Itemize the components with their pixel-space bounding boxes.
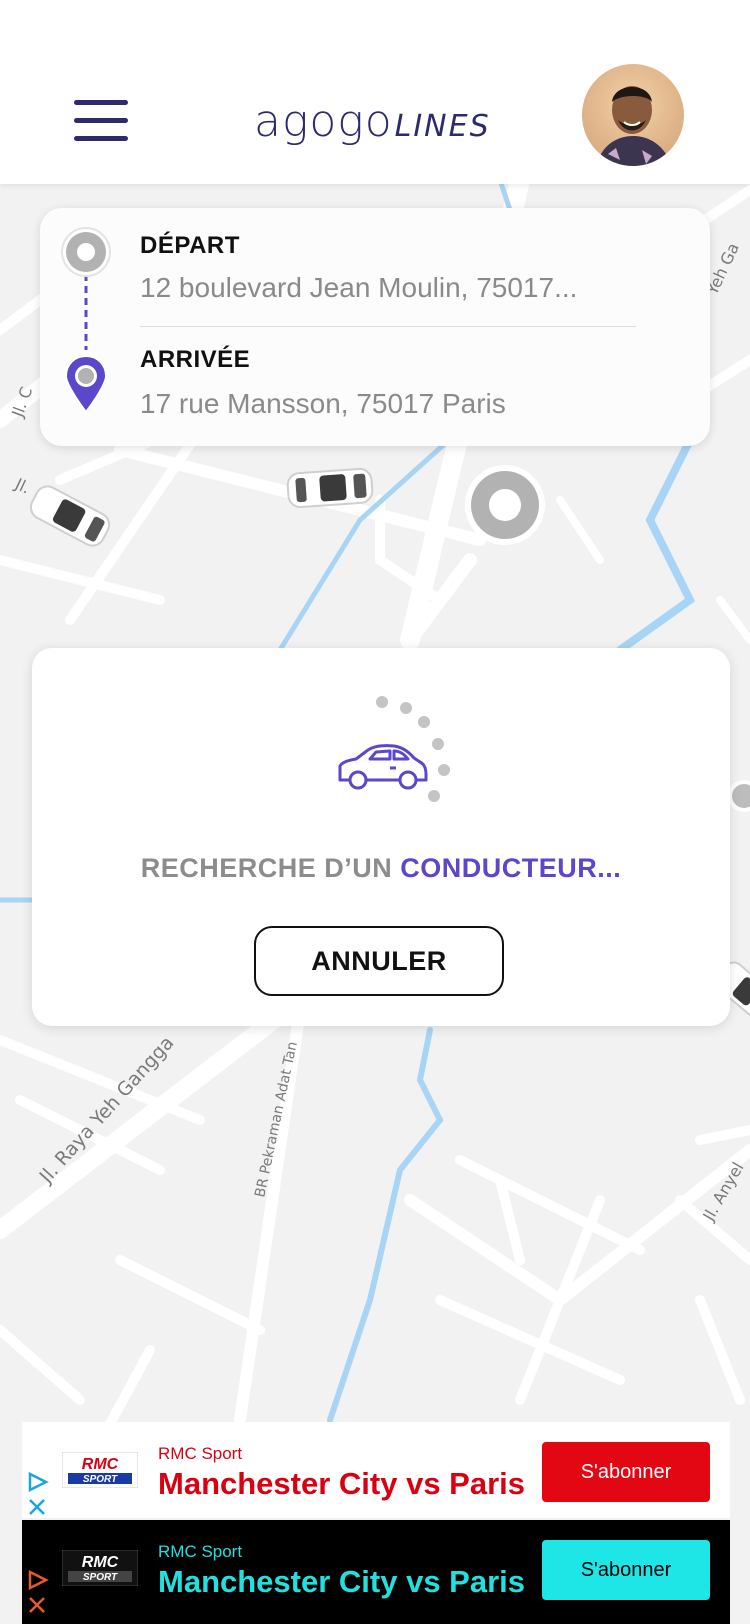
logo-text-bottom: SPORT xyxy=(83,1474,118,1485)
search-status-text: RECHERCHE D’UN CONDUCTEUR... xyxy=(32,853,730,884)
logo-main: agogo xyxy=(254,96,393,147)
origin-dot-icon xyxy=(61,227,111,277)
app-header: agogoLINES xyxy=(0,0,750,184)
ad-banner[interactable]: RMC SPORT RMC Sport Manchester City vs P… xyxy=(22,1520,730,1624)
depart-address[interactable]: 12 boulevard Jean Moulin, 75017... xyxy=(140,272,577,304)
route-card: DÉPART 12 boulevard Jean Moulin, 75017..… xyxy=(40,208,710,446)
search-status-prefix: RECHERCHE D’UN xyxy=(140,853,401,883)
logo-sub: LINES xyxy=(394,109,491,144)
ad-choices-icon[interactable] xyxy=(26,1570,50,1620)
subscribe-button[interactable]: S'abonner xyxy=(542,1442,710,1502)
depart-label: DÉPART xyxy=(140,232,240,259)
cancel-button[interactable]: ANNULER xyxy=(254,926,504,996)
search-status-highlight: CONDUCTEUR... xyxy=(400,853,622,883)
rmc-sport-logo: RMC SPORT xyxy=(62,1550,138,1586)
app-logo: agogoLINES xyxy=(254,96,491,147)
logo-text-top: RMC xyxy=(82,1554,119,1571)
driver-search-card: RECHERCHE D’UN CONDUCTEUR... ANNULER xyxy=(32,648,730,1026)
subscribe-button[interactable]: S'abonner xyxy=(542,1540,710,1600)
user-avatar[interactable] xyxy=(582,64,684,166)
logo-text-bottom: SPORT xyxy=(83,1572,118,1583)
destination-pin-icon xyxy=(64,354,108,414)
ad-banner[interactable]: RMC SPORT RMC Sport Manchester City vs P… xyxy=(22,1422,730,1518)
location-marker xyxy=(465,465,545,545)
ad-headline[interactable]: Manchester City vs Paris xyxy=(158,1564,525,1600)
route-divider xyxy=(140,326,636,327)
ad-headline[interactable]: Manchester City vs Paris xyxy=(158,1466,525,1502)
arrival-label: ARRIVÉE xyxy=(140,346,251,373)
rmc-sport-logo: RMC SPORT xyxy=(62,1452,138,1488)
car-icon xyxy=(338,696,450,802)
ad-choices-icon[interactable] xyxy=(26,1472,50,1522)
hamburger-menu-icon[interactable] xyxy=(74,100,128,141)
logo-text-top: RMC xyxy=(82,1456,119,1473)
ad-sponsor: RMC Sport xyxy=(158,1444,243,1463)
car-marker xyxy=(286,467,374,509)
arrival-address[interactable]: 17 rue Mansson, 75017 Paris xyxy=(140,388,506,420)
map-marker xyxy=(728,780,750,812)
ad-sponsor: RMC Sport xyxy=(158,1542,243,1561)
